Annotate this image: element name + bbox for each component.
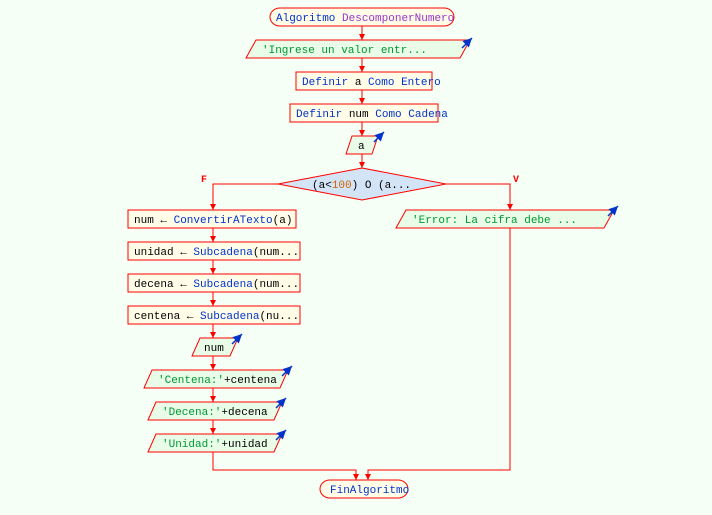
- svg-text:a: a: [358, 141, 365, 153]
- svg-text:num ← ConvertirATexto(a): num ← ConvertirATexto(a): [134, 215, 292, 227]
- error-node: 'Error: La cifra debe ...: [396, 206, 618, 228]
- read-a-node: a: [346, 132, 384, 154]
- io-prompt-text: 'Ingrese un valor entr...: [262, 45, 427, 57]
- start-name: DescomponerNumero: [342, 13, 454, 25]
- svg-text:'Centena:'+centena: 'Centena:'+centena: [158, 375, 277, 387]
- out-num-node: num: [192, 334, 242, 356]
- true-label: V: [513, 175, 519, 186]
- svg-text:centena ← Subcadena(nu...: centena ← Subcadena(nu...: [134, 311, 299, 323]
- false-label: F: [201, 175, 207, 186]
- svg-text:'Decena:'+decena: 'Decena:'+decena: [162, 407, 268, 419]
- end-label: FinAlgoritmo: [330, 485, 409, 497]
- out-decena-node: 'Decena:'+decena: [148, 398, 286, 420]
- svg-text:Definir a Como Ent: Definir a Como Entero: [302, 77, 441, 89]
- decision-node: (a<100) O (a...: [278, 168, 446, 200]
- out-centena-node: 'Centena:'+centena: [144, 366, 292, 388]
- svg-text:unidad ← Subcadena(num...: unidad ← Subcadena(num...: [134, 247, 299, 259]
- svg-text:Definir num Como C: Definir num Como Cadena: [296, 109, 448, 121]
- start-kw: Algoritmo: [276, 13, 335, 25]
- svg-text:decena ← Subcadena(num...: decena ← Subcadena(num...: [134, 279, 299, 291]
- svg-text:num: num: [204, 343, 224, 355]
- svg-text:'Unidad:'+unidad: 'Unidad:'+unidad: [162, 439, 268, 451]
- svg-text:'Error: La cifra debe ...: 'Error: La cifra debe ...: [412, 215, 577, 227]
- svg-text:(a<100) O (a...: (a<100) O (a...: [312, 180, 411, 192]
- out-unidad-node: 'Unidad:'+unidad: [148, 430, 286, 452]
- flowchart-canvas: Algoritmo DescomponerNumero 'Ingrese un …: [0, 0, 712, 515]
- io-prompt-node: 'Ingrese un valor entr...: [246, 38, 472, 58]
- svg-text:Algoritmo DescomponerNumer: Algoritmo DescomponerNumero: [276, 13, 454, 25]
